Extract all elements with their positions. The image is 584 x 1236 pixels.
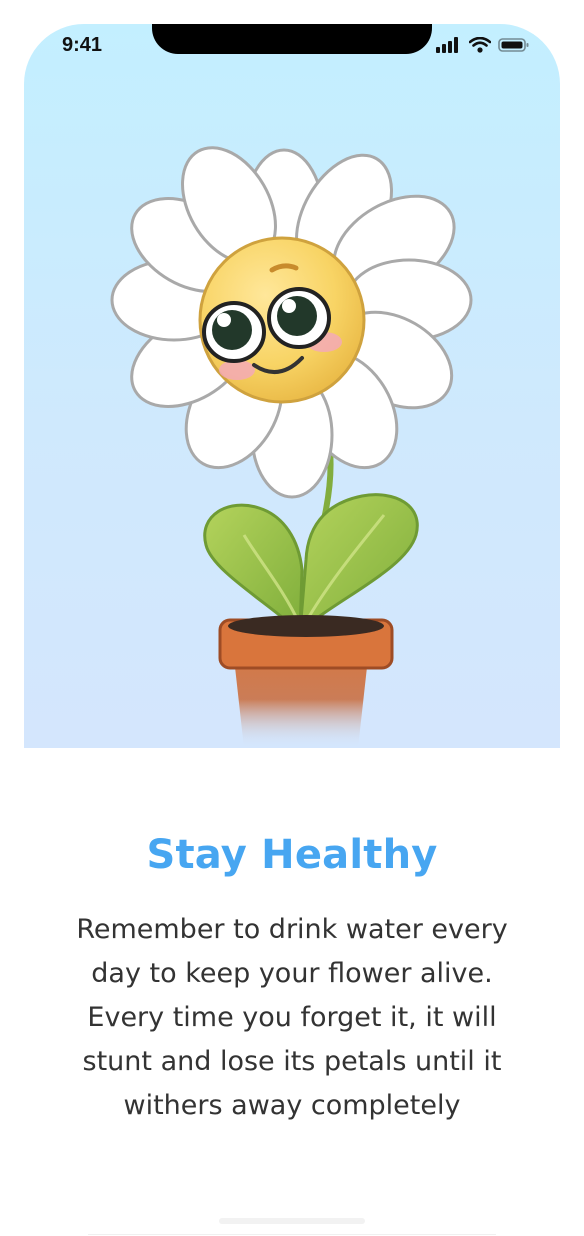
phone-screen: 9:41 Stay Healthy Remember to drink wate… — [24, 24, 560, 1236]
home-indicator[interactable] — [219, 1218, 365, 1224]
heart-leaves — [203, 493, 419, 636]
status-icons — [436, 37, 530, 53]
wifi-icon — [469, 37, 491, 53]
status-time: 9:41 — [62, 34, 103, 56]
daisy-face — [198, 236, 366, 404]
battery-icon — [498, 38, 529, 52]
onboarding-text-area: Stay Healthy Remember to drink water eve… — [24, 748, 560, 1236]
signal-icon — [436, 37, 458, 53]
status-bar: 9:41 — [24, 24, 560, 70]
hero-illustration-area: 9:41 — [24, 24, 560, 748]
onboarding-description: Remember to drink water every day to kee… — [76, 914, 508, 1121]
bottom-divider — [88, 1234, 496, 1235]
flower-pot — [218, 615, 394, 748]
onboarding-title: Stay Healthy — [146, 832, 438, 878]
notch — [152, 24, 432, 54]
flower-pot-illustration — [110, 146, 473, 748]
